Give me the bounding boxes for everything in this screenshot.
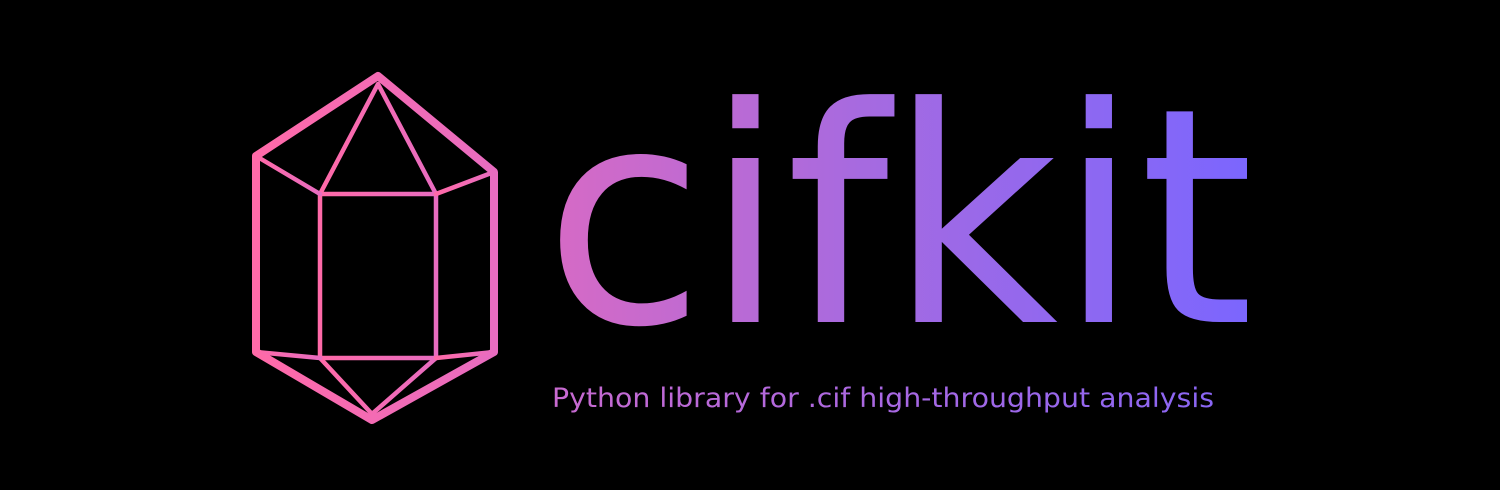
crystal-icon [248,70,502,426]
brand-name: cifkit [544,44,1254,393]
tagline-block: Python library for .cif high-throughput … [552,380,1232,420]
logo-banner: cifkit Python library for .cif high-thro… [0,0,1500,490]
brand-wordmark: cifkit [540,44,1280,393]
tagline: Python library for .cif high-throughput … [552,383,1214,414]
